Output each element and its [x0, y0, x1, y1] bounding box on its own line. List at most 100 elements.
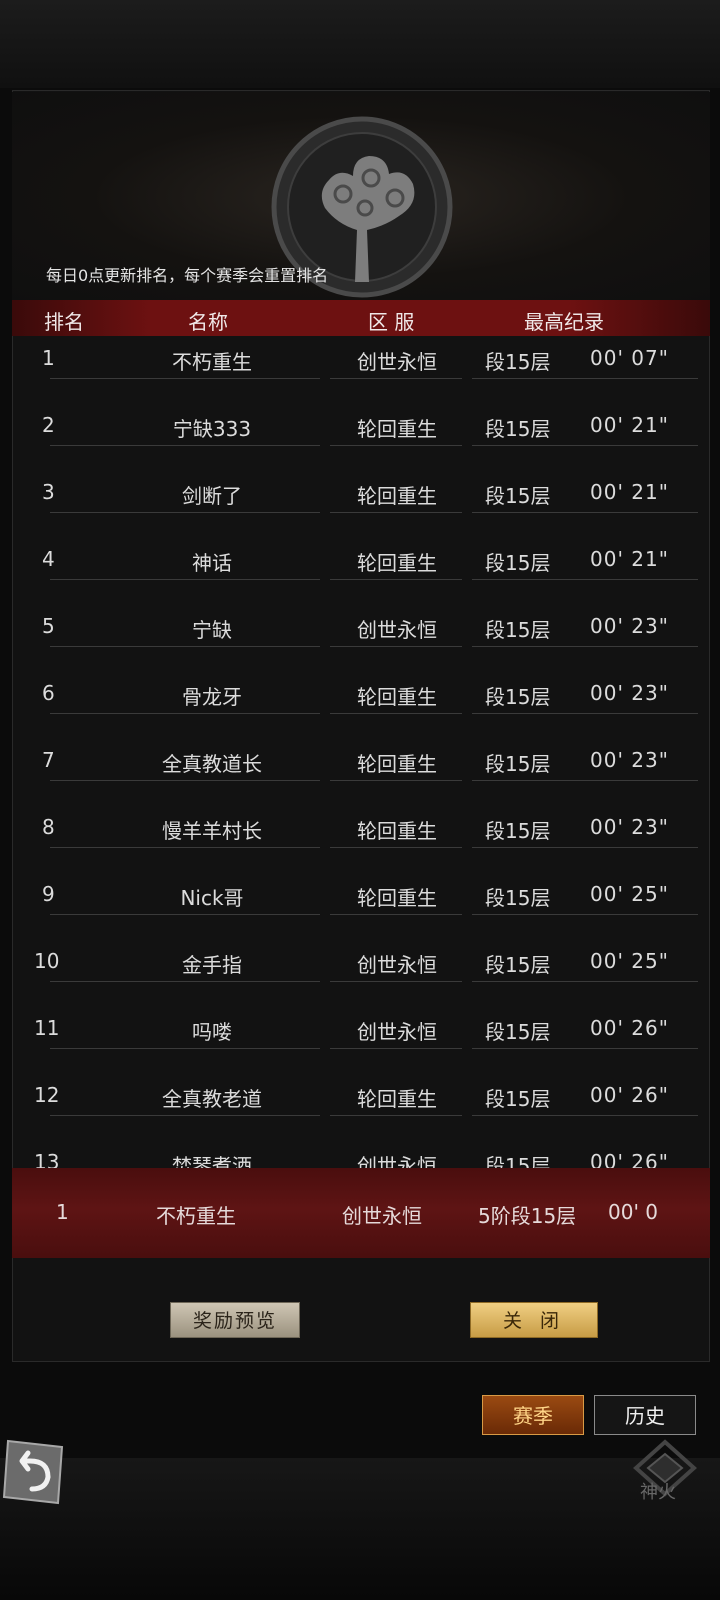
server-cell: 轮回重生: [357, 551, 437, 575]
row-divider: [472, 914, 698, 915]
row-divider: [472, 780, 698, 781]
row-divider: [472, 1115, 698, 1116]
floor-cell: 段15层: [485, 886, 551, 910]
time-cell: 00' 26": [590, 1083, 669, 1107]
rank-cell: 13: [34, 1150, 60, 1168]
row-divider: [50, 1115, 320, 1116]
row-divider: [330, 713, 462, 714]
table-row: 10 金手指 创世永恒 段15层 00' 25": [12, 939, 710, 1006]
header-rank: 排名: [44, 310, 84, 334]
table-row: 5 宁缺 创世永恒 段15层 00' 23": [12, 604, 710, 671]
row-divider: [50, 512, 320, 513]
my-time: 00' 0: [608, 1200, 659, 1224]
rank-cell: 9: [42, 882, 55, 906]
ranking-notice: 每日0点更新排名，每个赛季会重置排名: [46, 266, 329, 285]
server-cell: 轮回重生: [357, 819, 437, 843]
table-row: 6 骨龙牙 轮回重生 段15层 00' 23": [12, 671, 710, 738]
logo-text: 神火: [640, 1482, 676, 1503]
server-cell: 创世永恒: [357, 1020, 437, 1044]
server-cell: 轮回重生: [357, 417, 437, 441]
row-divider: [330, 1115, 462, 1116]
rank-cell: 10: [34, 949, 60, 973]
table-row: 12 全真教老道 轮回重生 段15层 00' 26": [12, 1073, 710, 1140]
floor-cell: 段15层: [485, 1154, 551, 1168]
season-tab[interactable]: 赛季: [482, 1395, 584, 1435]
rank-cell: 3: [42, 480, 55, 504]
table-row: 8 慢羊羊村长 轮回重生 段15层 00' 23": [12, 805, 710, 872]
row-divider: [472, 646, 698, 647]
row-divider: [472, 579, 698, 580]
row-divider: [330, 646, 462, 647]
rank-cell: 6: [42, 681, 55, 705]
row-divider: [330, 378, 462, 379]
time-cell: 00' 25": [590, 949, 669, 973]
name-cell: Nick哥: [180, 886, 244, 910]
header-name: 名称: [188, 310, 228, 334]
time-cell: 00' 21": [590, 547, 669, 571]
row-divider: [50, 713, 320, 714]
name-cell: 金手指: [182, 953, 242, 977]
time-cell: 00' 23": [590, 614, 669, 638]
row-divider: [330, 981, 462, 982]
my-ranking-row: 1 不朽重生 创世永恒 5阶段15层 00' 0: [12, 1168, 710, 1258]
row-divider: [50, 847, 320, 848]
top-bar: [0, 0, 720, 88]
row-divider: [50, 981, 320, 982]
time-cell: 00' 07": [590, 346, 669, 370]
my-name: 不朽重生: [156, 1204, 236, 1228]
floor-cell: 段15层: [485, 819, 551, 843]
name-cell: 全真教道长: [162, 752, 262, 776]
row-divider: [330, 445, 462, 446]
name-cell: 骨龙牙: [182, 685, 242, 709]
header-server: 区 服: [368, 310, 415, 334]
reward-preview-button[interactable]: 奖励预览: [170, 1302, 300, 1338]
name-cell: 不朽重生: [172, 350, 252, 374]
name-cell: 慢羊羊村长: [162, 819, 262, 843]
rank-cell: 4: [42, 547, 55, 571]
header-record: 最高纪录: [524, 310, 604, 334]
row-divider: [472, 445, 698, 446]
time-cell: 00' 21": [590, 413, 669, 437]
close-button[interactable]: 关 闭: [470, 1302, 598, 1338]
row-divider: [330, 579, 462, 580]
table-row: 7 全真教道长 轮回重生 段15层 00' 23": [12, 738, 710, 805]
row-divider: [472, 981, 698, 982]
row-divider: [330, 847, 462, 848]
server-cell: 轮回重生: [357, 1087, 437, 1111]
row-divider: [472, 713, 698, 714]
ranking-list[interactable]: 1 不朽重生 创世永恒 段15层 00' 07" 2 宁缺333 轮回重生 段1…: [12, 336, 710, 1168]
row-divider: [472, 847, 698, 848]
table-header: 排名 名称 区 服 最高纪录: [12, 300, 710, 336]
rank-cell: 8: [42, 815, 55, 839]
floor-cell: 段15层: [485, 1020, 551, 1044]
floor-cell: 段15层: [485, 685, 551, 709]
name-cell: 焚琴煮酒: [172, 1154, 252, 1168]
rank-cell: 2: [42, 413, 55, 437]
table-row: 9 Nick哥 轮回重生 段15层 00' 25": [12, 872, 710, 939]
server-cell: 创世永恒: [357, 953, 437, 977]
history-tab[interactable]: 历史: [594, 1395, 696, 1435]
table-row: 3 剑断了 轮回重生 段15层 00' 21": [12, 470, 710, 537]
time-cell: 00' 26": [590, 1016, 669, 1040]
my-record: 5阶段15层: [478, 1204, 577, 1228]
server-cell: 轮回重生: [357, 685, 437, 709]
row-divider: [50, 780, 320, 781]
row-divider: [330, 780, 462, 781]
table-row: 13 焚琴煮酒 创世永恒 段15层 00' 26": [12, 1140, 710, 1168]
time-cell: 00' 23": [590, 815, 669, 839]
server-cell: 创世永恒: [357, 1154, 437, 1168]
name-cell: 宁缺333: [172, 417, 252, 441]
time-cell: 00' 26": [590, 1150, 669, 1168]
server-cell: 轮回重生: [357, 886, 437, 910]
row-divider: [330, 512, 462, 513]
name-cell: 剑断了: [182, 484, 242, 508]
rank-cell: 12: [34, 1083, 60, 1107]
floor-cell: 段15层: [485, 551, 551, 575]
back-arrow-icon[interactable]: [2, 1437, 64, 1507]
rank-cell: 11: [34, 1016, 60, 1040]
my-rank: 1: [56, 1200, 69, 1224]
row-divider: [50, 445, 320, 446]
time-cell: 00' 23": [590, 748, 669, 772]
floor-cell: 段15层: [485, 350, 551, 374]
my-server: 创世永恒: [342, 1204, 422, 1228]
